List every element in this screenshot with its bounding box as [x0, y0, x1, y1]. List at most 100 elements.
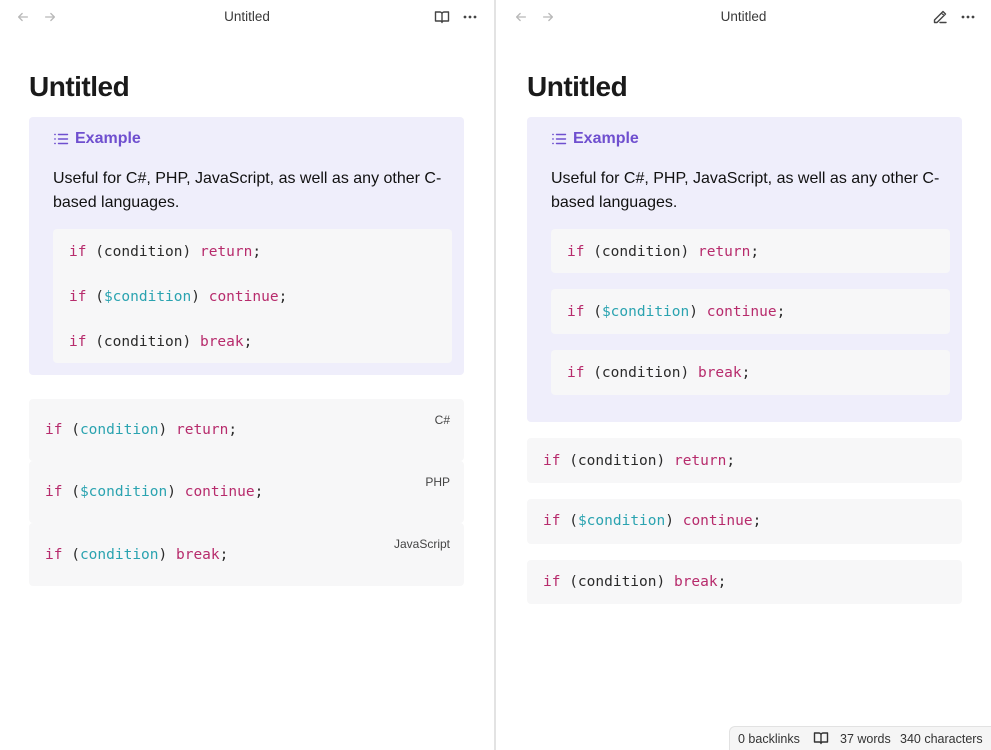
code-block-php[interactable]: if ($condition) continue; PHP — [29, 461, 464, 523]
code-text: ; — [243, 334, 253, 350]
code-text: (condition) — [560, 453, 674, 469]
pencil-icon[interactable] — [931, 8, 949, 26]
code-line: if (condition) break; — [45, 546, 228, 564]
code-text: ) — [158, 422, 176, 438]
callout-header: Example — [551, 130, 639, 148]
note-title[interactable]: Untitled — [29, 70, 130, 104]
code-text: (condition) — [86, 334, 200, 350]
language-label: PHP — [425, 475, 450, 489]
language-label: JavaScript — [393, 537, 450, 551]
code-keyword: if — [69, 289, 87, 305]
code-keyword: return — [199, 244, 253, 260]
book-open-icon[interactable] — [813, 730, 829, 749]
code-keyword: return — [673, 453, 727, 469]
callout-code-block: if (condition) return; — [551, 229, 950, 273]
code-line: if (condition) break; — [69, 333, 252, 351]
word-count: 37 words — [840, 732, 891, 746]
code-text: ; — [750, 244, 760, 260]
example-callout: Example Useful for C#, PHP, JavaScript, … — [527, 117, 962, 422]
code-keyword: break — [673, 574, 718, 590]
tab-title[interactable]: Untitled — [0, 9, 494, 25]
code-variable: condition — [79, 422, 159, 438]
right-pane-header: Untitled — [496, 0, 991, 34]
code-text: ) — [167, 484, 185, 500]
code-block: if (condition) break; — [527, 560, 962, 604]
tab-title[interactable]: Untitled — [496, 9, 991, 25]
code-text: ) — [689, 304, 707, 320]
code-text: ; — [228, 422, 238, 438]
callout-code-block: if (condition) break; — [551, 350, 950, 395]
callout-body: Useful for C#, PHP, JavaScript, as well … — [53, 170, 442, 211]
list-icon — [552, 133, 567, 145]
code-keyword: continue — [208, 289, 279, 305]
code-variable: $condition — [103, 289, 192, 305]
code-line: if (condition) return; — [543, 452, 735, 470]
language-label: C# — [434, 413, 450, 427]
code-keyword: return — [697, 244, 751, 260]
more-options-icon[interactable] — [461, 8, 479, 26]
code-text: ; — [717, 574, 727, 590]
callout-body: Useful for C#, PHP, JavaScript, as well … — [551, 170, 940, 211]
status-bar: 0 backlinks 37 words 340 characters — [729, 726, 991, 750]
code-block: if (condition) return; — [527, 438, 962, 483]
code-keyword: if — [45, 422, 63, 438]
code-keyword: if — [567, 365, 585, 381]
note-title: Untitled — [527, 71, 628, 102]
code-line: if ($condition) continue; — [45, 483, 263, 501]
code-line: if ($condition) continue; — [543, 512, 761, 530]
code-text: ; — [752, 513, 762, 529]
code-text: ( — [62, 422, 80, 438]
code-text: ; — [219, 547, 229, 563]
callout-header: Example — [53, 130, 141, 148]
code-keyword: break — [199, 334, 244, 350]
callout-code-block: if ($condition) continue; — [551, 289, 950, 334]
code-text: ; — [726, 453, 736, 469]
code-line: if (condition) break; — [567, 364, 750, 382]
code-keyword: break — [175, 547, 220, 563]
code-keyword: if — [543, 574, 561, 590]
code-line: if (condition) return; — [45, 421, 237, 439]
backlinks-count[interactable]: 0 backlinks — [738, 732, 800, 746]
code-text: ; — [278, 289, 288, 305]
code-text: (condition) — [584, 244, 698, 260]
code-variable: $condition — [601, 304, 690, 320]
code-text: ( — [584, 304, 602, 320]
callout-title: Example — [573, 130, 639, 147]
code-keyword: if — [567, 304, 585, 320]
code-text: ( — [62, 484, 80, 500]
code-keyword: if — [45, 547, 63, 563]
code-keyword: if — [69, 244, 87, 260]
callout-code-block[interactable]: if (condition) return; if ($condition) c… — [53, 229, 452, 363]
code-keyword: continue — [682, 513, 753, 529]
code-text: ; — [252, 244, 262, 260]
code-text: ; — [741, 365, 751, 381]
code-line: if (condition) return; — [69, 243, 261, 261]
code-keyword: if — [543, 453, 561, 469]
code-line: if (condition) return; — [567, 243, 759, 261]
code-line: if ($condition) continue; — [69, 288, 287, 306]
code-text: ) — [191, 289, 209, 305]
code-variable: condition — [79, 547, 159, 563]
code-text: ; — [776, 304, 786, 320]
right-pane: Untitled Untitled Example Useful for C#,… — [496, 0, 991, 750]
code-text: (condition) — [560, 574, 674, 590]
left-pane: Untitled Untitled Example Useful for C#,… — [0, 0, 494, 750]
code-text: ( — [62, 547, 80, 563]
code-text: (condition) — [584, 365, 698, 381]
code-block-javascript[interactable]: if (condition) break; JavaScript — [29, 523, 464, 586]
book-open-icon[interactable] — [433, 8, 451, 26]
code-keyword: if — [45, 484, 63, 500]
list-icon — [54, 133, 69, 145]
more-options-icon[interactable] — [959, 8, 977, 26]
left-pane-header: Untitled — [0, 0, 494, 34]
code-text: (condition) — [86, 244, 200, 260]
code-block-csharp[interactable]: if (condition) return; C# — [29, 399, 464, 461]
code-keyword: break — [697, 365, 742, 381]
code-text: ( — [560, 513, 578, 529]
code-line: if ($condition) continue; — [567, 303, 785, 321]
example-callout[interactable]: Example Useful for C#, PHP, JavaScript, … — [29, 117, 464, 375]
character-count: 340 characters — [900, 732, 983, 746]
code-block: if ($condition) continue; — [527, 499, 962, 544]
code-variable: $condition — [79, 484, 168, 500]
code-text: ) — [665, 513, 683, 529]
